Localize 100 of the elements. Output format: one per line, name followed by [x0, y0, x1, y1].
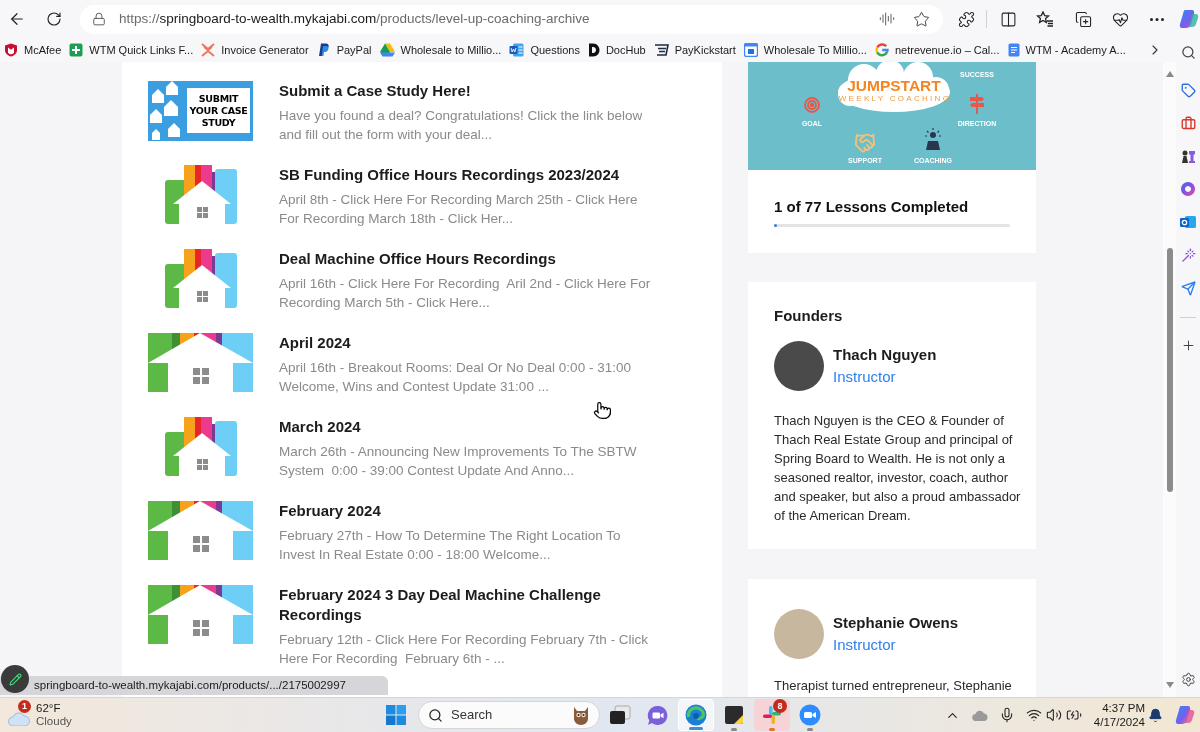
taskbar-search-field[interactable]: Search	[418, 701, 600, 729]
bookmark-link[interactable]: WTM Quick Links F...	[67, 39, 196, 61]
more-icon	[1150, 17, 1164, 21]
instructor-name: Stephanie Owens	[833, 613, 959, 633]
search-icon	[428, 707, 443, 723]
section-heading: Founders	[774, 306, 844, 326]
favorites-icon	[1036, 10, 1055, 28]
url-text: https://springboard-to-wealth.mykajabi.com/products/level-up-coaching-archive	[118, 9, 590, 28]
bookmark-link[interactable]: McAfee	[2, 39, 64, 61]
scroll-up-arrow-icon[interactable]	[1165, 71, 1174, 77]
receipt-icon	[653, 43, 669, 57]
notification-badge: 8	[773, 699, 787, 713]
x-chevrons-icon	[201, 43, 216, 57]
plus-tile-icon	[69, 43, 84, 57]
instructor-name: Thach Nguyen	[833, 345, 937, 365]
toolbox-icon	[1180, 115, 1196, 131]
weather-widget[interactable]: 1 62°F Cloudy	[8, 699, 78, 731]
chess-pieces-icon	[1180, 148, 1196, 164]
volume-icon[interactable]	[1046, 707, 1062, 723]
lesson-description: February 27th - How To Determine The Right Location To Invest In Real Estate 0:00 - 18:00 Welcome...	[279, 527, 622, 564]
bookmark-link[interactable]: netrevenue.io – Cal...	[872, 39, 1002, 61]
avatar-placeholder	[774, 609, 824, 659]
target-icon	[804, 97, 820, 113]
avatar-placeholder	[774, 341, 824, 391]
arc-logo-icon	[874, 43, 889, 57]
refresh-icon	[45, 11, 62, 27]
lesson-title-link[interactable]: February 2024	[279, 501, 659, 521]
ring-logo-icon	[1180, 181, 1196, 197]
swirl-logo-icon	[1179, 9, 1199, 29]
lesson-title-link[interactable]: April 2024	[279, 333, 659, 353]
scroll-down-arrow-icon[interactable]	[1165, 682, 1174, 688]
document-icon	[1007, 43, 1020, 57]
person-idea-icon	[924, 128, 942, 150]
cloud-icon	[8, 712, 30, 726]
paper-plane-icon	[1180, 280, 1196, 296]
lesson-title-link[interactable]: Deal Machine Office Hours Recordings	[279, 249, 659, 269]
document-tile-icon	[509, 43, 525, 57]
lesson-description: April 8th - Click Here For Recording March 25th - Click Here For Recording March 18th - Click Her...	[279, 191, 639, 228]
handshake-icon	[854, 132, 876, 154]
taskbar-app-button[interactable]: 8	[754, 699, 790, 731]
shield-icon	[4, 43, 18, 57]
bookmark-link[interactable]: Invoice Generator	[199, 39, 311, 61]
bell-icon	[1147, 707, 1163, 723]
bookmark-link[interactable]: PayKickstart	[651, 39, 738, 61]
settings-icon	[1180, 671, 1196, 687]
taskbar-app-button[interactable]	[678, 699, 714, 731]
banner-subtitle: WEEKLY COACHING	[838, 95, 952, 103]
star-icon	[912, 10, 930, 28]
heart-pulse-icon	[1111, 10, 1129, 28]
puzzle-icon	[957, 10, 975, 28]
search-icon	[1180, 44, 1196, 60]
instructor-role: Instructor	[833, 367, 897, 387]
notification-badge: 1	[18, 700, 31, 713]
clock[interactable]: 4:37 PM 4/17/2024	[1091, 701, 1145, 729]
address-bar[interactable]: https://springboard-to-wealth.mykajabi.com/products/level-up-coaching-archive	[79, 4, 944, 34]
progress-label: 1 of 77 Lessons Completed	[774, 197, 970, 217]
scrollbar-thumb[interactable]	[1166, 248, 1173, 492]
video-camera-icon	[647, 704, 669, 726]
instructor-bio: Thach Nguyen is the CEO & Founder of Thach Real Estate Group and principal of Spring Board to Wealth. He is not only a seasoned realtor, investor, coach, author and speaker, but also a proud ambassador of the American Dream.	[774, 412, 1022, 525]
instructor-role: Instructor	[833, 635, 897, 655]
lesson-title-link[interactable]: February 2024 3 Day Deal Machine Challenge Recordings	[279, 585, 659, 625]
bookmark-link[interactable]: WTM - Academy A...	[1005, 39, 1128, 61]
wand-icon	[1180, 247, 1196, 263]
bookmark-link[interactable]: Wholesale to Millio...	[377, 39, 504, 61]
battery-icon[interactable]	[1066, 707, 1082, 723]
bookmark-link[interactable]: DocHub	[585, 39, 648, 61]
microphone-icon[interactable]	[999, 707, 1015, 723]
lesson-description: Have you found a deal? Congratulations! Click the link below and fill out the form with your deal...	[279, 107, 644, 144]
task-view-icon	[609, 705, 631, 725]
triangle-logo-icon	[379, 43, 395, 57]
four-squares-icon	[386, 705, 406, 725]
read-aloud-icon	[879, 11, 896, 27]
slanted-logo-icon	[316, 43, 331, 57]
instructor-bio: Therapist turned entrepreneur, Stephanie	[774, 677, 1013, 695]
sticky-note-icon	[724, 705, 744, 725]
lesson-description: February 12th - Click Here For Recording February 7th - Click Here For Recording February 6th - ...	[279, 631, 650, 668]
sidebar-app-button[interactable]	[1177, 213, 1199, 231]
plus-icon	[1180, 337, 1196, 353]
cloud-sync-icon	[972, 709, 988, 721]
swirl-logo-icon	[1175, 705, 1195, 725]
edit-button[interactable]	[1, 665, 29, 693]
hand-cursor-icon	[593, 401, 612, 420]
link-status-bar: springboard-to-wealth.mykajabi.com/products/.../2175002997	[0, 676, 388, 695]
lesson-description: April 16th - Click Here For Recording Aril 2nd - Click Here For Recording March 5th - Click Here...	[279, 275, 652, 312]
lesson-title-link[interactable]: March 2024	[279, 417, 659, 437]
bookmark-link[interactable]: Questions	[507, 39, 582, 61]
split-screen-icon	[999, 10, 1017, 28]
calendar-icon	[743, 43, 758, 57]
lesson-title-link[interactable]: Submit a Case Study Here!	[279, 81, 659, 101]
mail-tile-icon	[1180, 214, 1196, 230]
wifi-icon[interactable]	[1026, 707, 1042, 723]
banner-title: JUMPSTART	[847, 78, 941, 94]
lesson-title-link[interactable]: SB Funding Office Hours Recordings 2023/2024	[279, 165, 659, 185]
bookmark-link[interactable]: Wholesale To Millio...	[741, 39, 869, 61]
thumbnail-caption: SUBMIT YOUR CASE STUDY	[187, 88, 250, 133]
video-logo-icon	[799, 704, 821, 726]
bookmark-link[interactable]: PayPal	[314, 39, 374, 61]
tag-icon	[1180, 82, 1196, 98]
pencil-icon	[8, 672, 22, 686]
lesson-description: March 26th - Announcing New Improvements To The SBTW System 0:00 - 39:00 Contest Update And Anno...	[279, 443, 638, 480]
